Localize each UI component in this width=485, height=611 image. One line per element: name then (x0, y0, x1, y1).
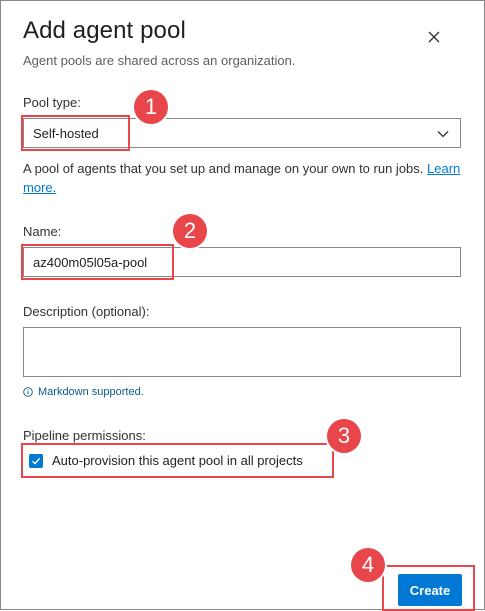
info-icon (23, 387, 33, 397)
pool-type-label: Pool type: (23, 95, 81, 110)
chevron-down-icon (437, 131, 449, 138)
add-agent-pool-dialog: Add agent pool Agent pools are shared ac… (0, 0, 485, 611)
callout-highlight-checkbox (21, 443, 334, 478)
close-icon (428, 31, 440, 43)
description-textarea[interactable] (23, 327, 461, 377)
callout-highlight-create (382, 565, 475, 611)
description-label: Description (optional): (23, 304, 150, 319)
name-label: Name: (23, 224, 62, 239)
markdown-hint-text: Markdown supported. (38, 386, 144, 398)
pipeline-permissions-label: Pipeline permissions: (23, 428, 146, 443)
dialog-title: Add agent pool (23, 17, 186, 44)
close-button[interactable] (423, 26, 445, 48)
callout-highlight-pool-type (21, 115, 130, 151)
callout-badge-2: 2 (173, 214, 207, 248)
markdown-hint: Markdown supported. (23, 386, 144, 398)
pool-type-description: A pool of agents that you set up and man… (23, 161, 461, 195)
callout-badge-4: 4 (351, 548, 385, 582)
callout-badge-1: 1 (134, 90, 168, 124)
callout-badge-3: 3 (327, 419, 361, 453)
callout-highlight-name (21, 244, 174, 280)
dialog-subtitle: Agent pools are shared across an organiz… (23, 53, 296, 68)
